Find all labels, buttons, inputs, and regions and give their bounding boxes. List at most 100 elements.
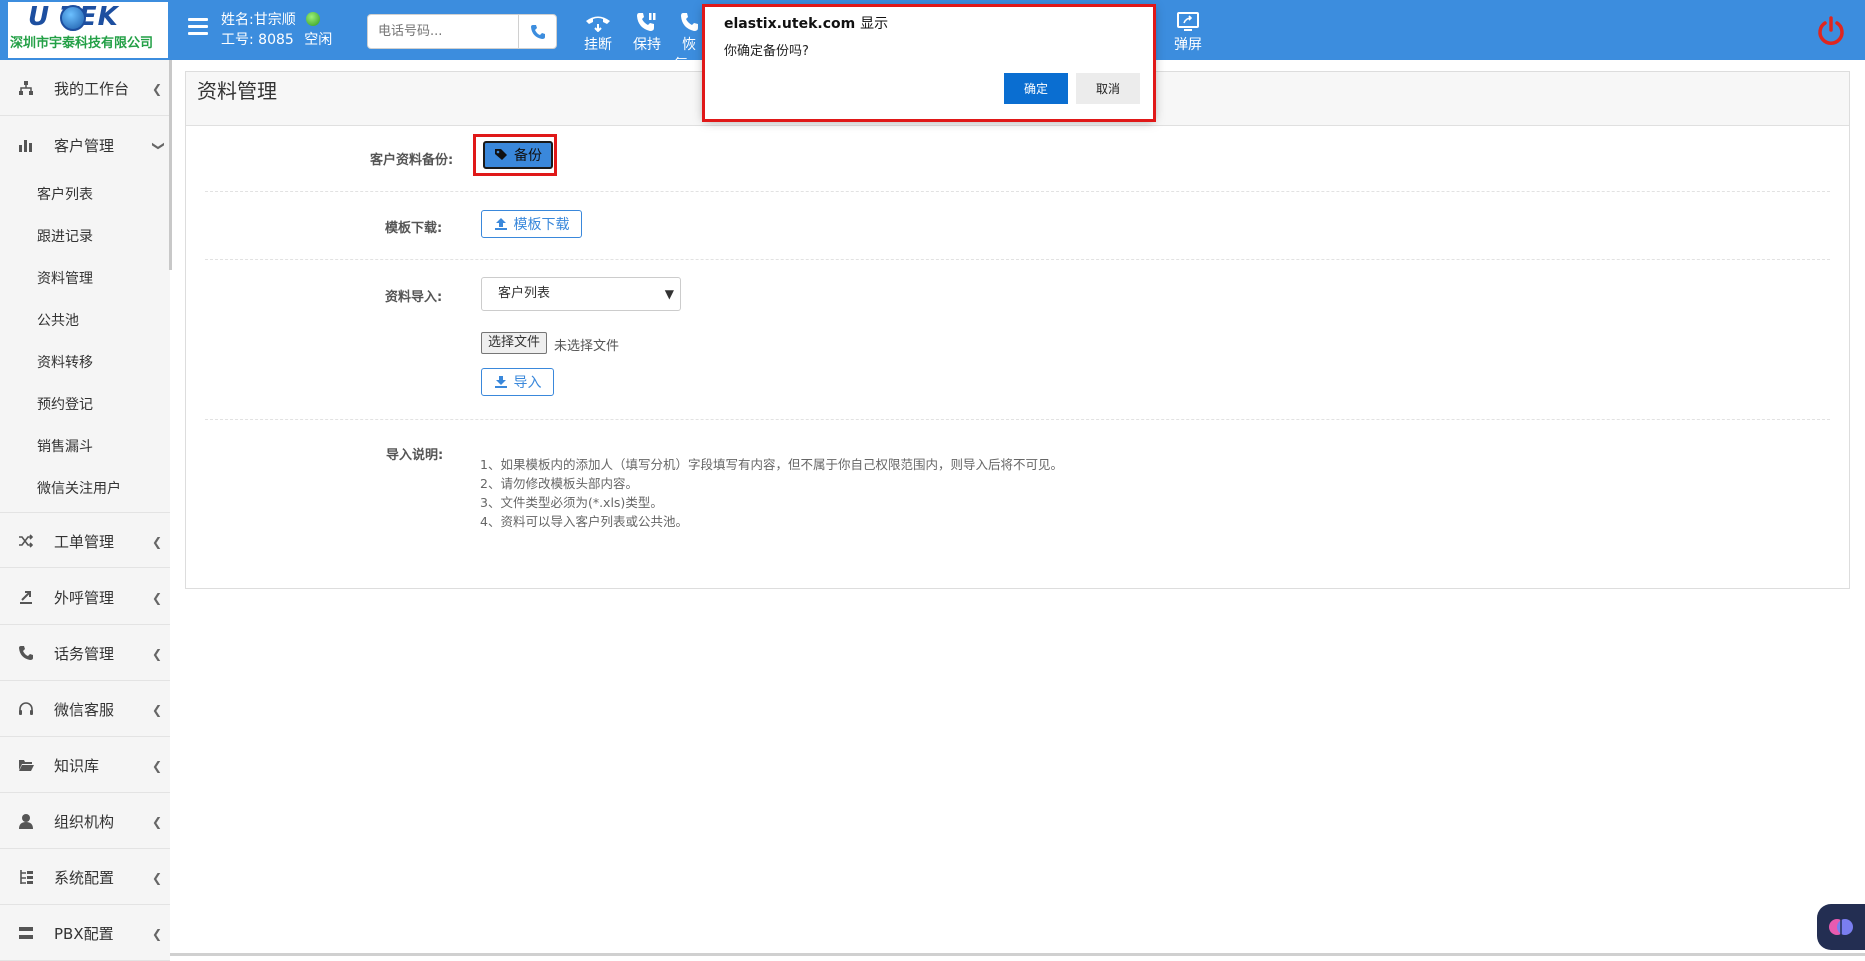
backup-row: 客户资料备份: 备份 [205, 126, 1830, 192]
chevron-left-icon: ❮ [152, 535, 163, 549]
import-target-select[interactable]: 客户列表 ▼ [481, 277, 681, 311]
sitemap-icon [19, 81, 33, 95]
hold-label: 保持 [633, 37, 661, 53]
import-notes: 1、如果模板内的添加人（填写分机）字段填写有内容，但不属于你自己权限范围内，则导… [480, 455, 1063, 531]
sidebar-item-label: 我的工作台 [54, 80, 130, 98]
sidebar-item-label: 系统配置 [54, 869, 115, 887]
sidebar-subitem-data-transfer[interactable]: 资料转移 [37, 352, 93, 372]
hamburger-line [188, 32, 208, 35]
note-line: 4、资料可以导入客户列表或公共池。 [480, 514, 688, 529]
import-button-label: 导入 [513, 375, 542, 391]
sidebar-item-customers[interactable]: 客户管理 ❮ [0, 117, 170, 173]
outbound-icon [20, 591, 32, 604]
chevron-left-icon: ❮ [152, 703, 163, 717]
template-row: 模板下载: 模板下载 [205, 192, 1830, 260]
chevron-down-icon: ❮ [150, 140, 165, 152]
phone-icon [530, 24, 545, 39]
popup-button[interactable]: 弹屏 [1166, 12, 1210, 54]
globe-icon [60, 5, 86, 31]
import-target-value: 客户列表 [498, 286, 551, 301]
bar-chart-icon [19, 140, 32, 152]
menu-toggle-button[interactable] [188, 18, 208, 38]
sidebar-item-label: 组织机构 [54, 813, 115, 831]
import-row: 资料导入: 客户列表 ▼ 选择文件 未选择文件 导入 [205, 260, 1830, 420]
sidebar-item-outbound[interactable]: 外呼管理 ❮ [0, 569, 170, 625]
hangup-button[interactable]: 挂断 [576, 12, 620, 54]
sidebar-item-label: 客户管理 [54, 137, 115, 155]
sidebar-item-pbx-config[interactable]: PBX配置 ❮ [0, 905, 170, 961]
agent-id: 8085 [258, 32, 294, 48]
agent-name-label: 姓名: [221, 12, 254, 28]
sidebar-subitem-sales-funnel[interactable]: 销售漏斗 [37, 436, 93, 456]
phone-search [367, 14, 557, 49]
agent-status: 空闲 [304, 32, 333, 48]
company-logo: U TEK 深圳市宇泰科技有限公司 [8, 2, 168, 58]
assistant-widget-button[interactable] [1817, 904, 1865, 950]
download-icon [494, 376, 507, 388]
sidebar-item-label: 外呼管理 [54, 589, 115, 607]
power-button[interactable] [1816, 16, 1846, 46]
sidebar-item-label: PBX配置 [54, 925, 114, 943]
sidebar-subitem-wechat-followers[interactable]: 微信关注用户 [37, 478, 121, 498]
sidebar-subitem-public-pool[interactable]: 公共池 [37, 310, 79, 330]
folder-open-icon [19, 760, 34, 771]
sidebar-subitem-customer-list[interactable]: 客户列表 [37, 184, 93, 204]
sidebar-item-label: 微信客服 [54, 701, 115, 719]
user-icon [19, 814, 33, 829]
agent-id-label: 工号: [221, 32, 254, 48]
hangup-icon [586, 16, 610, 32]
resume-label: 恢复 [674, 37, 696, 73]
agent-id-row: 工号: 8085 空闲 [221, 30, 332, 50]
sidebar-item-organization[interactable]: 组织机构 ❮ [0, 793, 170, 849]
popup-label: 弹屏 [1174, 37, 1202, 53]
sidebar-scrollbar[interactable] [169, 60, 172, 270]
dial-button[interactable] [518, 15, 556, 48]
note-line: 1、如果模板内的添加人（填写分机）字段填写有内容，但不属于你自己权限范围内，则导… [480, 457, 1063, 472]
horizontal-scrollbar[interactable] [170, 953, 1865, 956]
chevron-left-icon: ❮ [152, 927, 163, 941]
notes-label: 导入说明: [386, 448, 444, 463]
dialog-highlight-box [702, 4, 1156, 122]
tree-icon [20, 870, 33, 884]
sidebar-item-knowledge[interactable]: 知识库 ❮ [0, 737, 170, 793]
hold-icon [637, 13, 656, 31]
template-label: 模板下载: [385, 221, 443, 236]
agent-name-row: 姓名:甘宗顺 [221, 10, 332, 30]
sidebar-item-wechat-service[interactable]: 微信客服 ❮ [0, 681, 170, 737]
chevron-left-icon: ❮ [152, 82, 163, 96]
hamburger-icon [188, 18, 208, 21]
note-line: 2、请勿修改模板头部内容。 [480, 476, 638, 491]
status-dot-icon [305, 12, 320, 26]
file-status: 未选择文件 [554, 339, 620, 354]
logo-company-name: 深圳市宇泰科技有限公司 [10, 36, 154, 51]
sidebar-subitem-follow-up[interactable]: 跟进记录 [37, 226, 93, 246]
sidebar-item-label: 知识库 [54, 757, 100, 775]
chevron-left-icon: ❮ [152, 591, 163, 605]
template-download-button[interactable]: 模板下载 [481, 210, 582, 238]
resume-icon [681, 13, 698, 31]
agent-info: 姓名:甘宗顺 工号: 8085 空闲 [221, 10, 332, 50]
sidebar-subitem-appointment[interactable]: 预约登记 [37, 394, 93, 414]
chevron-left-icon: ❮ [152, 815, 163, 829]
resume-button[interactable]: 恢复 [674, 12, 704, 74]
shuffle-icon [19, 534, 34, 548]
hold-button[interactable]: 保持 [625, 12, 669, 54]
import-label: 资料导入: [385, 290, 443, 305]
sidebar-item-label: 话务管理 [54, 645, 115, 663]
sidebar-item-workbench[interactable]: 我的工作台 ❮ [0, 60, 170, 116]
chevron-left-icon: ❮ [152, 647, 163, 661]
server-icon [19, 927, 33, 939]
sidebar-item-label: 工单管理 [54, 533, 115, 551]
hangup-label: 挂断 [584, 37, 612, 53]
sidebar-item-tickets[interactable]: 工单管理 ❮ [0, 512, 170, 568]
sidebar-subitem-data-management[interactable]: 资料管理 [37, 268, 93, 288]
phone-input[interactable] [368, 15, 518, 48]
note-line: 3、文件类型必须为(*.xls)类型。 [480, 495, 663, 510]
choose-file-button[interactable]: 选择文件 [481, 332, 548, 354]
sidebar-item-calls[interactable]: 话务管理 ❮ [0, 625, 170, 681]
backup-label: 客户资料备份: [370, 153, 454, 168]
import-button[interactable]: 导入 [481, 368, 554, 396]
sidebar-item-system-config[interactable]: 系统配置 ❮ [0, 849, 170, 905]
brain-icon [1829, 919, 1853, 935]
chevron-down-icon: ▼ [664, 287, 674, 301]
